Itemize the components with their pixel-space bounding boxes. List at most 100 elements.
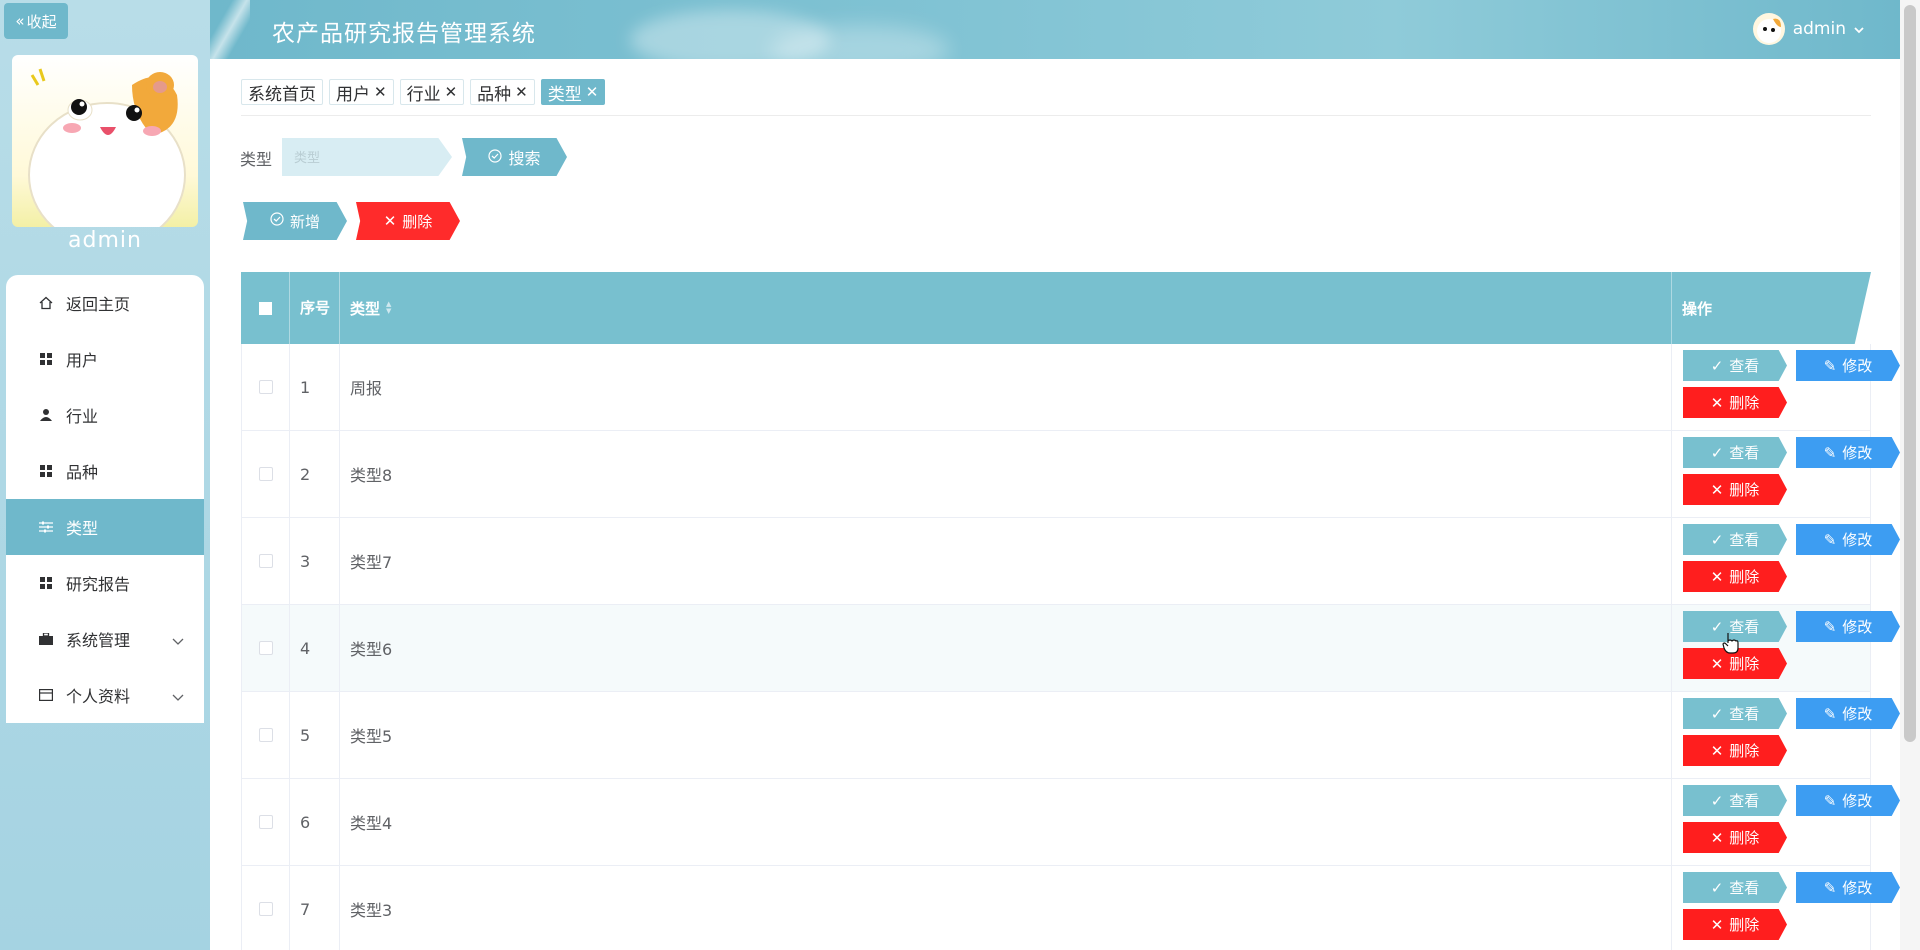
row-select[interactable] bbox=[241, 344, 290, 430]
sidebar-item-label: 返回主页 bbox=[66, 295, 131, 314]
view-label: 查看 bbox=[1729, 879, 1760, 897]
close-icon[interactable]: ✕ bbox=[586, 83, 599, 101]
scrollbar-thumb[interactable] bbox=[1904, 5, 1916, 742]
pointer-cursor-icon bbox=[1722, 632, 1740, 658]
tab-bar: 系统首页 用户 ✕ 行业 ✕ 品种 ✕ 类型 ✕ bbox=[241, 79, 606, 105]
edit-button[interactable]: ✎ 修改 bbox=[1796, 698, 1900, 729]
tab-industry[interactable]: 行业 ✕ bbox=[399, 79, 465, 105]
grid-icon bbox=[38, 351, 54, 367]
person-icon bbox=[38, 407, 54, 423]
view-button[interactable]: ✓ 查看 bbox=[1683, 785, 1787, 816]
row-checkbox[interactable] bbox=[258, 641, 273, 655]
view-button[interactable]: ✓ 查看 bbox=[1683, 872, 1787, 903]
row-select[interactable] bbox=[241, 692, 290, 778]
search-button[interactable]: 搜索 bbox=[462, 138, 567, 176]
chevron-down-icon bbox=[1854, 19, 1864, 39]
sort-icon[interactable]: ▲ ▼ bbox=[386, 301, 391, 315]
view-label: 查看 bbox=[1729, 531, 1760, 549]
delete-button[interactable]: ✕ 删除 bbox=[1683, 909, 1787, 940]
sidebar-item-industry[interactable]: 行业 bbox=[6, 387, 204, 443]
select-all-checkbox[interactable] bbox=[258, 301, 272, 315]
add-button-label: 新增 bbox=[289, 212, 320, 231]
chevron-down-icon bbox=[172, 631, 184, 650]
table-row: 1 周报 ✓ 查看 ✎ 修改 ✕ 删除 bbox=[241, 344, 1900, 431]
grid-icon bbox=[38, 463, 54, 479]
tab-variety[interactable]: 品种 ✕ bbox=[470, 79, 535, 105]
delete-button[interactable]: ✕ 删除 bbox=[1683, 474, 1787, 505]
row-select[interactable] bbox=[241, 431, 290, 517]
row-select[interactable] bbox=[241, 605, 290, 691]
briefcase-icon bbox=[38, 631, 54, 647]
close-icon: ✕ bbox=[1710, 915, 1724, 934]
row-select[interactable] bbox=[241, 779, 290, 865]
tab-type[interactable]: 类型 ✕ bbox=[540, 79, 606, 105]
data-table: 序号 类型 ▲ ▼ 操作 1 周报 ✓ 查看 ✎ 修改 ✕ 删除 2 类型8 ✓ 查看 ✎… bbox=[241, 272, 1900, 950]
user-menu[interactable]: admin bbox=[1752, 13, 1864, 45]
delete-button[interactable]: ✕ 删除 bbox=[1683, 822, 1787, 853]
edit-button[interactable]: ✎ 修改 bbox=[1796, 437, 1900, 468]
row-type: 类型7 bbox=[340, 518, 1672, 604]
column-header-type[interactable]: 类型 ▲ ▼ bbox=[340, 272, 1672, 344]
edit-button[interactable]: ✎ 修改 bbox=[1796, 785, 1900, 816]
edit-button[interactable]: ✎ 修改 bbox=[1796, 524, 1900, 555]
view-button[interactable]: ✓ 查看 bbox=[1683, 350, 1787, 381]
view-button[interactable]: ✓ 查看 bbox=[1683, 437, 1787, 468]
sidebar-item-profile[interactable]: 个人资料 bbox=[6, 667, 204, 723]
check-icon: ✓ bbox=[1710, 704, 1724, 723]
sidebar-menu: 返回主页 用户 行业 品种 类型 研究报告 系统管理 个人资料 bbox=[6, 275, 204, 723]
edit-button[interactable]: ✎ 修改 bbox=[1796, 611, 1900, 642]
table-row: 4 类型6 ✓ 查看 ✎ 修改 ✕ 删除 bbox=[241, 605, 1900, 692]
close-icon: ✕ bbox=[383, 212, 397, 230]
row-seq: 6 bbox=[290, 779, 340, 865]
edit-button[interactable]: ✎ 修改 bbox=[1796, 872, 1900, 903]
search-input[interactable] bbox=[282, 138, 452, 176]
row-type: 类型4 bbox=[340, 779, 1672, 865]
row-seq: 1 bbox=[290, 344, 340, 430]
delete-button[interactable]: ✕ 删除 bbox=[1683, 387, 1787, 418]
row-actions: ✓ 查看 ✎ 修改 ✕ 删除 bbox=[1672, 344, 1900, 430]
sidebar-item-variety[interactable]: 品种 bbox=[6, 443, 204, 499]
row-checkbox[interactable] bbox=[258, 554, 273, 568]
sidebar-item-system[interactable]: 系统管理 bbox=[6, 611, 204, 667]
add-button[interactable]: 新增 bbox=[243, 202, 347, 240]
home-icon bbox=[38, 295, 54, 311]
view-button[interactable]: ✓ 查看 bbox=[1683, 524, 1787, 555]
row-checkbox[interactable] bbox=[258, 815, 273, 829]
delete-button[interactable]: ✕ 删除 bbox=[1683, 561, 1787, 592]
row-select[interactable] bbox=[241, 518, 290, 604]
pencil-icon: ✎ bbox=[1823, 443, 1837, 462]
table-row: 5 类型5 ✓ 查看 ✎ 修改 ✕ 删除 bbox=[241, 692, 1900, 779]
row-checkbox[interactable] bbox=[258, 728, 273, 742]
row-actions: ✓ 查看 ✎ 修改 ✕ 删除 bbox=[1672, 518, 1900, 604]
edit-button[interactable]: ✎ 修改 bbox=[1796, 350, 1900, 381]
delete-button[interactable]: ✕ 删除 bbox=[1683, 735, 1787, 766]
row-actions: ✓ 查看 ✎ 修改 ✕ 删除 bbox=[1672, 431, 1900, 517]
tab-label: 行业 bbox=[406, 84, 441, 105]
close-icon[interactable]: ✕ bbox=[374, 83, 387, 101]
close-icon[interactable]: ✕ bbox=[515, 83, 528, 101]
row-seq: 5 bbox=[290, 692, 340, 778]
delete-label: 删除 bbox=[1729, 394, 1760, 412]
close-icon[interactable]: ✕ bbox=[445, 83, 458, 101]
sidebar-item-reports[interactable]: 研究报告 bbox=[6, 555, 204, 611]
delete-label: 删除 bbox=[1729, 481, 1760, 499]
tab-users[interactable]: 用户 ✕ bbox=[329, 79, 394, 105]
avatar bbox=[12, 55, 198, 227]
sidebar-item-type[interactable]: 类型 bbox=[6, 499, 204, 555]
row-checkbox[interactable] bbox=[258, 467, 273, 481]
row-checkbox[interactable] bbox=[258, 902, 273, 916]
tab-home[interactable]: 系统首页 bbox=[241, 79, 323, 105]
page-scrollbar[interactable] bbox=[1900, 0, 1920, 950]
row-checkbox[interactable] bbox=[258, 380, 273, 394]
header-select-all[interactable] bbox=[241, 272, 290, 344]
sidebar-item-home[interactable]: 返回主页 bbox=[6, 275, 204, 331]
collapse-button[interactable]: « 收起 bbox=[4, 3, 68, 39]
tab-label: 类型 bbox=[547, 84, 582, 105]
row-actions: ✓ 查看 ✎ 修改 ✕ 删除 bbox=[1672, 866, 1900, 950]
check-circle-icon bbox=[488, 148, 503, 167]
row-select[interactable] bbox=[241, 866, 290, 950]
check-icon: ✓ bbox=[1710, 356, 1724, 375]
batch-delete-button[interactable]: ✕ 删除 bbox=[356, 202, 460, 240]
sidebar-item-users[interactable]: 用户 bbox=[6, 331, 204, 387]
view-button[interactable]: ✓ 查看 bbox=[1683, 698, 1787, 729]
